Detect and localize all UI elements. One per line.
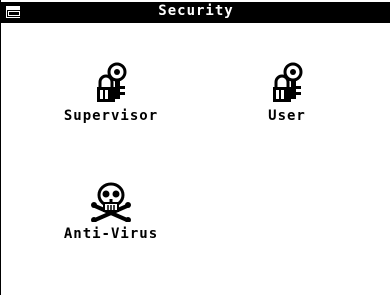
security-window: Security Supervisor User Anti-Virus [0, 0, 390, 295]
window-title: Security [158, 3, 234, 19]
title-bar[interactable]: Security [1, 2, 390, 21]
key-lock-icon [273, 62, 303, 102]
supervisor-program-item[interactable]: Supervisor [41, 62, 181, 124]
key-lock-icon [97, 62, 127, 102]
anti-virus-label: Anti-Virus [63, 226, 159, 242]
title-divider [1, 21, 390, 23]
supervisor-label: Supervisor [63, 108, 159, 124]
user-label: User [268, 108, 306, 124]
user-program-item[interactable]: User [217, 62, 357, 124]
skull-crossbones-icon [91, 182, 131, 222]
anti-virus-program-item[interactable]: Anti-Virus [41, 182, 181, 242]
